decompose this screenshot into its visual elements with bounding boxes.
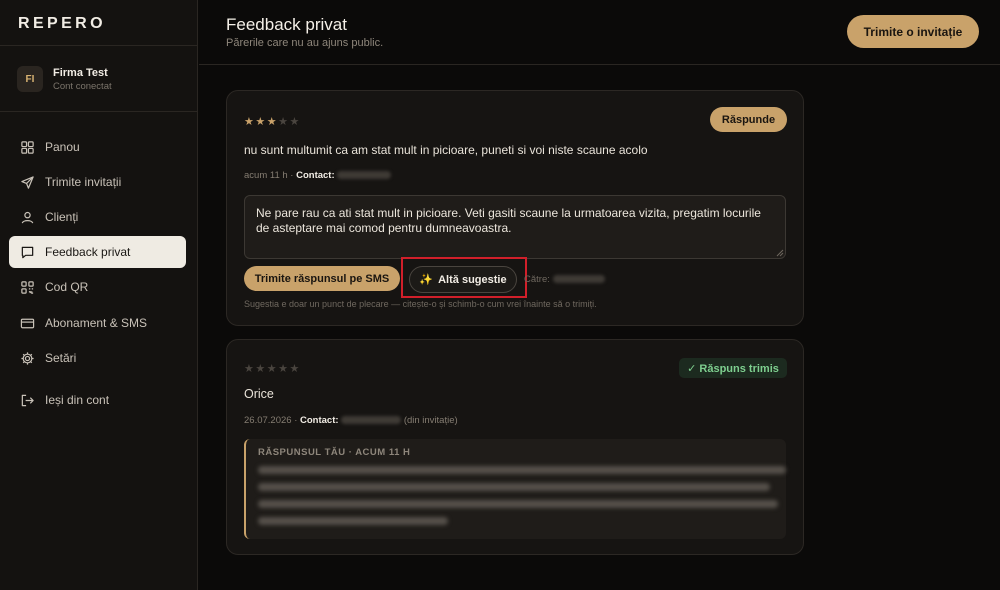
card-icon	[20, 318, 35, 328]
suggestion-hint: Sugestia e doar un punct de plecare — ci…	[244, 299, 597, 309]
send-icon	[21, 175, 34, 189]
star-rating: ★★★★★	[244, 115, 301, 128]
contact-label: Contact:	[300, 415, 339, 426]
sidebar-item-clienti[interactable]: Clienți	[9, 201, 186, 233]
star-empty-icon: ★	[289, 363, 301, 375]
gear-icon	[21, 351, 34, 365]
brand-logo[interactable]: REPERO	[18, 15, 106, 33]
sent-reply-text-redacted	[258, 500, 778, 508]
sent-reply-text-redacted	[258, 517, 448, 525]
reply-textarea[interactable]: Ne pare rau ca ati stat mult in picioare…	[244, 195, 786, 259]
star-empty-icon: ★	[266, 363, 279, 375]
avatar: FI	[17, 66, 43, 92]
logout-icon	[21, 394, 34, 406]
page-header: Feedback privat Părerile care nu au ajun…	[199, 0, 1000, 65]
feedback-card: ★★★★★ ✓ Răspuns trimis Orice 26.07.2026 …	[226, 339, 804, 555]
page-subtitle: Părerile care nu au ajuns public.	[226, 37, 384, 49]
star-empty-icon: ★	[278, 116, 290, 128]
account-info[interactable]: FI Firma Test Cont conectat	[17, 64, 187, 94]
account-name: Firma Test	[53, 67, 108, 79]
sidebar-divider	[0, 111, 198, 112]
feedback-meta: 26.07.2026 · Contact: (din invitație)	[244, 415, 458, 426]
send-sms-reply-button[interactable]: Trimite răspunsul pe SMS	[244, 266, 400, 291]
sidebar-item-label: Clienți	[45, 210, 79, 224]
recipient-line: Către:	[524, 274, 605, 285]
sidebar-item-label: Setări	[45, 351, 77, 365]
meta-separator: ·	[290, 170, 294, 181]
resize-handle-icon[interactable]	[775, 248, 784, 257]
contact-label: Contact:	[296, 170, 335, 181]
feedback-time: acum 11 h	[244, 170, 288, 181]
meta-separator: ·	[294, 415, 298, 426]
feedback-source: (din invitație)	[403, 415, 458, 426]
user-icon	[21, 211, 34, 223]
sidebar-item-trimite-invitatii[interactable]: Trimite invitații	[9, 166, 186, 198]
sidebar-divider	[0, 45, 198, 46]
recipient-value-redacted	[552, 275, 605, 284]
star-empty-icon: ★	[289, 116, 301, 128]
qr-icon	[21, 280, 34, 294]
page-title: Feedback privat	[226, 15, 347, 34]
star-rating: ★★★★★	[244, 362, 301, 375]
star-filled-icon: ★	[266, 116, 279, 128]
sent-reply-block: RĂSPUNSUL TĂU · ACUM 11 H	[244, 439, 786, 539]
sidebar-item-label: Trimite invitații	[45, 175, 122, 189]
sidebar-item-iesi-din-cont[interactable]: Ieși din cont	[9, 384, 186, 416]
feedback-card: ★★★★★ Răspunde nu sunt multumit ca am st…	[226, 90, 804, 326]
sent-reply-text-redacted	[258, 483, 770, 491]
sidebar-item-label: Panou	[45, 140, 80, 154]
sidebar-item-feedback-privat[interactable]: Feedback privat	[9, 236, 186, 268]
star-filled-icon: ★	[244, 116, 256, 128]
status-badge: ✓ Răspuns trimis	[679, 358, 787, 378]
sent-reply-label: RĂSPUNSUL TĂU · ACUM 11 H	[258, 447, 411, 458]
sidebar-item-label: Ieși din cont	[45, 393, 110, 407]
star-empty-icon: ★	[278, 363, 290, 375]
star-empty-icon: ★	[244, 363, 256, 375]
grid-icon	[21, 140, 34, 154]
contact-value-redacted	[341, 416, 402, 425]
recipient-label: Către:	[524, 274, 550, 285]
highlight-box	[401, 257, 527, 298]
star-filled-icon: ★	[255, 116, 267, 128]
feedback-date: 26.07.2026	[244, 415, 292, 426]
star-empty-icon: ★	[255, 363, 267, 375]
feedback-text: nu sunt multumit ca am stat mult in pici…	[244, 143, 648, 157]
sidebar-item-label: Cod QR	[45, 280, 89, 294]
sidebar-item-setari[interactable]: Setări	[9, 342, 186, 374]
sidebar: REPERO FI Firma Test Cont conectat Panou…	[0, 0, 198, 590]
sidebar-item-panou[interactable]: Panou	[9, 131, 186, 163]
sidebar-item-cod-qr[interactable]: Cod QR	[9, 271, 186, 303]
feedback-text: Orice	[244, 387, 274, 401]
sent-reply-text-redacted	[258, 466, 786, 474]
account-status: Cont conectat	[53, 81, 112, 92]
send-invitation-button[interactable]: Trimite o invitație	[847, 15, 979, 48]
reply-button[interactable]: Răspunde	[710, 107, 787, 132]
chat-icon	[21, 246, 34, 258]
contact-value-redacted	[337, 171, 392, 180]
sidebar-item-abonament-sms[interactable]: Abonament & SMS	[9, 307, 186, 339]
feedback-meta: acum 11 h · Contact:	[244, 170, 392, 181]
sidebar-item-label: Abonament & SMS	[45, 316, 148, 330]
sidebar-item-label: Feedback privat	[45, 245, 131, 259]
